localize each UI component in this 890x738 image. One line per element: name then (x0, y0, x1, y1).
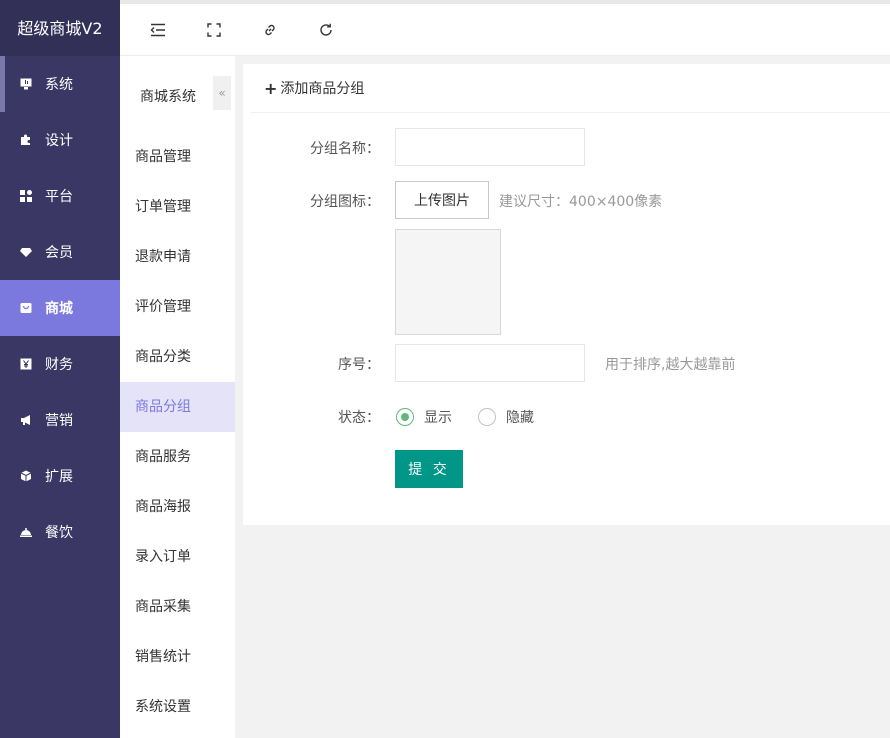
image-preview[interactable] (395, 229, 501, 335)
sub-menu: 商城系统 « 商品管理 订单管理 退款申请 评价管理 商品分类 商品分组 商品服… (120, 56, 235, 738)
add-group-tab[interactable]: + 添加商品分组 (251, 64, 890, 113)
status-hide-radio[interactable]: 隐藏 (478, 407, 534, 427)
fullscreen-icon[interactable] (204, 20, 224, 40)
submenu-item-product-group[interactable]: 商品分组 (120, 382, 235, 432)
monitor-icon (20, 78, 32, 90)
radio-label: 隐藏 (506, 410, 534, 426)
form-header-label: 添加商品分组 (280, 81, 365, 97)
sidebar-item-finance[interactable]: 财务 (0, 336, 120, 392)
cloche-icon (20, 526, 32, 538)
status-label: 状态： (338, 410, 380, 426)
submenu-title: 商城系统 (140, 89, 196, 105)
refresh-icon[interactable] (316, 20, 336, 40)
radio-checked-icon (396, 408, 414, 426)
size-hint: 建议尺寸：400×400像素 (499, 194, 663, 210)
sidebar-item-member[interactable]: 会员 (0, 224, 120, 280)
submenu-item-settings[interactable]: 系统设置 (120, 682, 235, 732)
sidebar-item-extend[interactable]: 扩展 (0, 448, 120, 504)
sidebar-item-platform[interactable]: 平台 (0, 168, 120, 224)
sort-input[interactable] (395, 344, 585, 382)
sidebar-item-label: 营销 (45, 413, 73, 429)
collapse-menu-icon[interactable] (148, 20, 168, 40)
sidebar-item-label: 餐饮 (45, 525, 73, 541)
upload-image-button[interactable]: 上传图片 (395, 181, 489, 219)
link-icon[interactable] (260, 20, 280, 40)
sort-hint: 用于排序,越大越靠前 (605, 357, 736, 373)
grid-icon (20, 190, 32, 202)
collapse-submenu-button[interactable]: « (213, 76, 231, 110)
sidebar-item-label: 设计 (45, 133, 73, 149)
sidebar-item-design[interactable]: 设计 (0, 112, 120, 168)
shop-icon (20, 302, 32, 314)
sidebar-item-label: 商城 (45, 301, 73, 317)
submenu-item-product-service[interactable]: 商品服务 (120, 432, 235, 482)
sidebar-item-label: 扩展 (45, 469, 73, 485)
submenu-item-order-manage[interactable]: 订单管理 (120, 182, 235, 232)
submenu-item-product-manage[interactable]: 商品管理 (120, 132, 235, 182)
submenu-item-review[interactable]: 评价管理 (120, 282, 235, 332)
submenu-item-enter-order[interactable]: 录入订单 (120, 532, 235, 582)
group-icon-label: 分组图标： (310, 194, 380, 210)
main-sidebar: 超级商城V2 系统 设计 平台 会员 商城 财务 营销 扩展 餐饮 (0, 0, 120, 738)
submenu-item-poster[interactable]: 商品海报 (120, 482, 235, 532)
sidebar-item-label: 会员 (45, 245, 73, 261)
radio-unchecked-icon (478, 408, 496, 426)
diamond-icon (20, 246, 32, 258)
submenu-item-sales-stats[interactable]: 销售统计 (120, 632, 235, 682)
sidebar-item-label: 平台 (45, 189, 73, 205)
plus-icon: + (264, 78, 278, 98)
sidebar-item-catering[interactable]: 餐饮 (0, 504, 120, 560)
group-name-label: 分组名称： (310, 141, 380, 157)
submit-button[interactable]: 提 交 (395, 450, 463, 488)
sidebar-item-label: 系统 (45, 77, 73, 93)
form-card: + 添加商品分组 分组名称： 分组图标： 上传图片 建议尺寸：400×400像素… (243, 64, 890, 525)
sidebar-item-mall[interactable]: 商城 (0, 280, 120, 336)
top-toolbar (120, 0, 890, 56)
group-name-input[interactable] (395, 128, 585, 166)
sidebar-item-system[interactable]: 系统 (0, 56, 120, 112)
status-show-radio[interactable]: 显示 (396, 407, 452, 427)
submenu-item-category[interactable]: 商品分类 (120, 332, 235, 382)
submenu-item-collect[interactable]: 商品采集 (120, 582, 235, 632)
cube-icon (20, 470, 32, 482)
sidebar-item-marketing[interactable]: 营销 (0, 392, 120, 448)
megaphone-icon (20, 414, 32, 426)
submenu-item-refund[interactable]: 退款申请 (120, 232, 235, 282)
sidebar-item-label: 财务 (45, 357, 73, 373)
double-chevron-left-icon: « (218, 86, 226, 100)
brand-title: 超级商城V2 (0, 0, 120, 56)
sort-label: 序号： (338, 357, 380, 373)
puzzle-icon (20, 134, 32, 146)
radio-label: 显示 (424, 410, 452, 426)
yen-icon (20, 358, 32, 370)
